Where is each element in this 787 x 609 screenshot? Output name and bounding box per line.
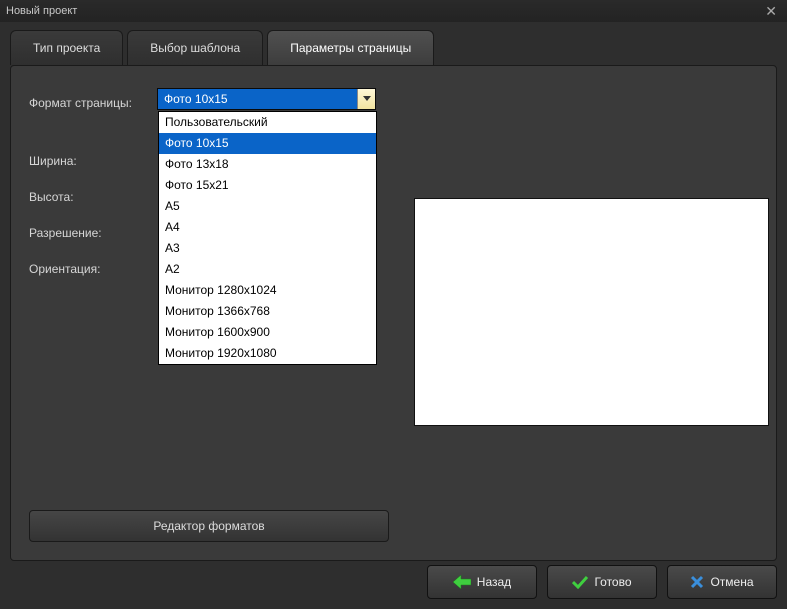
tab-project-type[interactable]: Тип проекта xyxy=(10,30,123,65)
close-icon[interactable]: ✕ xyxy=(761,3,781,20)
label-height: Высота: xyxy=(29,182,157,212)
back-button-label: Назад xyxy=(477,575,511,589)
page-format-option[interactable]: A5 xyxy=(159,196,376,217)
format-editor-button[interactable]: Редактор форматов xyxy=(29,510,389,542)
page-format-option[interactable]: A2 xyxy=(159,259,376,280)
label-orientation: Ориентация: xyxy=(29,254,157,284)
titlebar: Новый проект ✕ xyxy=(0,0,787,22)
page-format-option[interactable]: Монитор 1920x1080 xyxy=(159,343,376,364)
page-format-option[interactable]: Фото 15x21 xyxy=(159,175,376,196)
window-title: Новый проект xyxy=(6,5,77,17)
tabs-row: Тип проекта Выбор шаблона Параметры стра… xyxy=(0,22,787,65)
bottom-bar: Назад Готово Отмена xyxy=(427,565,777,599)
arrow-left-icon xyxy=(453,575,471,589)
back-button[interactable]: Назад xyxy=(427,565,537,599)
label-width: Ширина: xyxy=(29,146,157,176)
page-format-combo[interactable]: Фото 10x15 ПользовательскийФото 10x15Фот… xyxy=(157,88,376,110)
page-format-option[interactable]: A4 xyxy=(159,217,376,238)
tab-template[interactable]: Выбор шаблона xyxy=(127,30,263,65)
page-format-selected: Фото 10x15 xyxy=(158,92,357,106)
page-format-option[interactable]: A3 xyxy=(159,238,376,259)
page-format-option[interactable]: Пользовательский xyxy=(159,112,376,133)
tab-page-params[interactable]: Параметры страницы xyxy=(267,30,434,65)
finish-button-label: Готово xyxy=(594,575,631,589)
finish-button[interactable]: Готово xyxy=(547,565,657,599)
page-format-option[interactable]: Фото 10x15 xyxy=(159,133,376,154)
check-icon xyxy=(572,575,588,589)
page-format-option[interactable]: Фото 13x18 xyxy=(159,154,376,175)
page-format-option[interactable]: Монитор 1366x768 xyxy=(159,301,376,322)
label-page-format: Формат страницы: xyxy=(29,88,157,118)
page-format-option[interactable]: Монитор 1600x900 xyxy=(159,322,376,343)
page-format-dropdown[interactable]: ПользовательскийФото 10x15Фото 13x18Фото… xyxy=(158,111,377,365)
label-resolution: Разрешение: xyxy=(29,218,157,248)
page-format-option[interactable]: Монитор 1280x1024 xyxy=(159,280,376,301)
page-preview xyxy=(414,198,769,426)
dropdown-arrow-icon[interactable] xyxy=(357,89,375,109)
cancel-button[interactable]: Отмена xyxy=(667,565,777,599)
cancel-button-label: Отмена xyxy=(710,575,753,589)
cancel-icon xyxy=(690,575,704,589)
